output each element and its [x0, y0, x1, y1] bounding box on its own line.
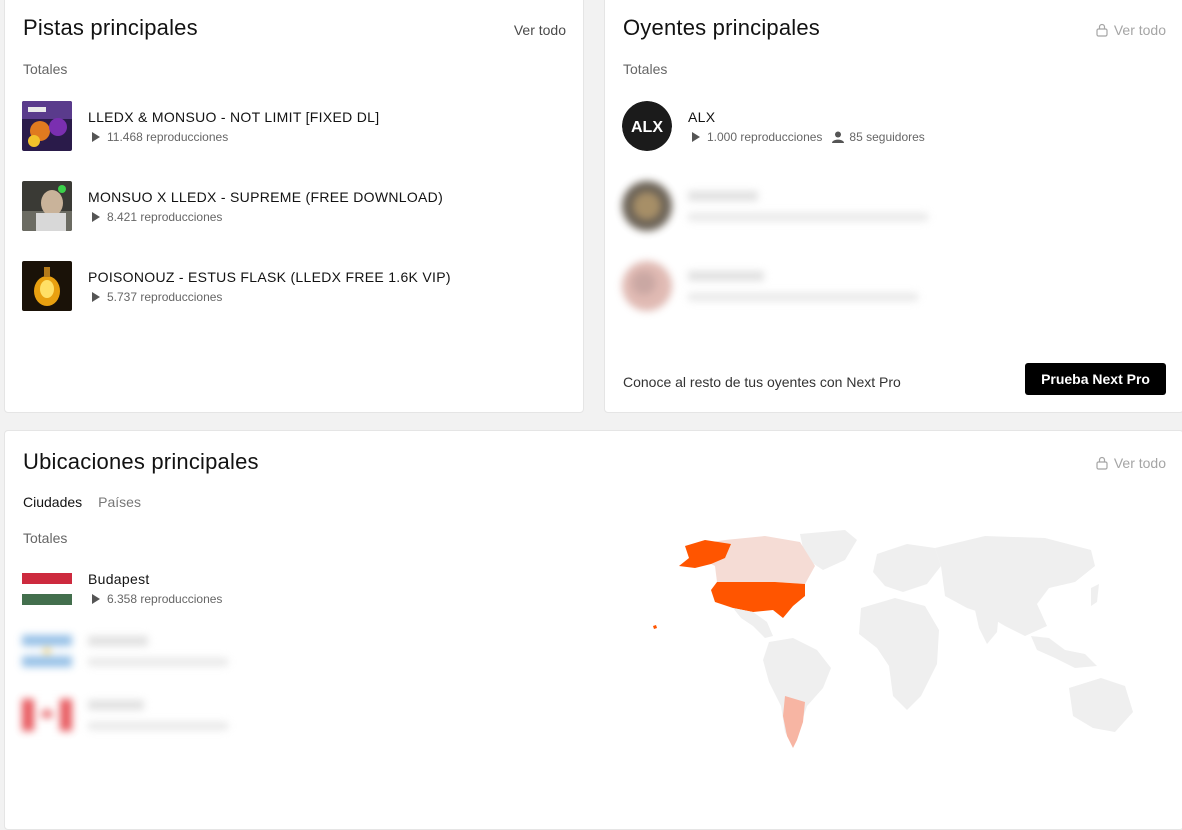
listeners-see-all-link[interactable]: Ver todo — [1096, 22, 1166, 38]
track-play-count: 8.421 reproducciones — [107, 209, 223, 224]
track-row[interactable]: MONSUO X LLEDX - SUPREME (FREE DOWNLOAD)… — [22, 181, 443, 231]
top-locations-card: Ubicaciones principales Ver todo Ciudade… — [4, 430, 1182, 830]
blurred-meta-placeholder — [688, 293, 918, 301]
play-count-icon — [92, 594, 100, 604]
map-europe[interactable] — [873, 544, 941, 592]
track-title[interactable]: POISONOUZ - ESTUS FLASK (LLEDX FREE 1.6K… — [88, 269, 451, 285]
play-count-icon — [92, 211, 100, 222]
track-play-count: 11.468 reproducciones — [107, 129, 229, 144]
map-africa[interactable] — [859, 598, 939, 710]
map-southeast-asia[interactable] — [1031, 636, 1097, 668]
listener-avatar-blurred — [622, 261, 672, 311]
listener-avatar-blurred — [622, 181, 672, 231]
location-play-count: 6.358 reproducciones — [107, 592, 223, 606]
blurred-name-placeholder — [688, 191, 758, 201]
top-tracks-card: Pistas principales Ver todo Totales LLED… — [4, 0, 584, 413]
hungary-flag-icon — [22, 572, 72, 605]
location-city[interactable]: Budapest — [88, 571, 222, 587]
top-listeners-title: Oyentes principales — [623, 15, 821, 40]
track-artwork-2[interactable] — [22, 181, 72, 231]
play-count-icon — [92, 131, 100, 142]
track-artwork-1[interactable] — [22, 101, 72, 151]
listeners-totals-label: Totales — [623, 61, 668, 77]
location-tabs: Ciudades Países — [23, 494, 141, 510]
map-hawaii[interactable] — [653, 625, 657, 629]
track-artwork-3[interactable] — [22, 261, 72, 311]
blurred-meta-placeholder — [88, 722, 228, 730]
listener-play-count: 1.000 reproducciones — [707, 129, 823, 144]
canada-flag-icon — [22, 699, 72, 731]
argentina-flag-icon — [22, 635, 72, 667]
listener-row[interactable]: ALX ALX 1.000 reproducciones 85 seguidor… — [622, 101, 925, 151]
blurred-meta-placeholder — [88, 658, 228, 666]
locations-see-all-link[interactable]: Ver todo — [1096, 455, 1166, 471]
locations-totals-label: Totales — [23, 530, 68, 546]
play-count-icon — [692, 131, 700, 142]
listener-avatar[interactable]: ALX — [622, 101, 672, 151]
map-asia[interactable] — [935, 536, 1095, 636]
top-listeners-card: Oyentes principales Ver todo Totales ALX… — [604, 0, 1182, 413]
location-row[interactable]: Budapest 6.358 reproducciones — [22, 571, 222, 606]
blurred-name-placeholder — [688, 271, 764, 281]
track-row[interactable]: POISONOUZ - ESTUS FLASK (LLEDX FREE 1.6K… — [22, 261, 451, 311]
followers-icon — [832, 131, 845, 143]
locked-location-row — [22, 635, 228, 667]
lock-icon — [1096, 23, 1108, 37]
tracks-totals-label: Totales — [23, 61, 68, 77]
map-mexico[interactable] — [733, 608, 773, 638]
world-map[interactable] — [645, 526, 1165, 766]
map-india[interactable] — [975, 610, 999, 644]
locations-see-all-label: Ver todo — [1113, 455, 1166, 471]
map-japan[interactable] — [1091, 584, 1099, 606]
top-locations-title: Ubicaciones principales — [23, 449, 259, 474]
listener-name[interactable]: ALX — [688, 109, 925, 125]
lock-icon — [1096, 456, 1108, 470]
tab-cities[interactable]: Ciudades — [23, 494, 82, 510]
play-count-icon — [92, 291, 100, 302]
tracks-see-all-link[interactable]: Ver todo — [514, 22, 566, 38]
track-row[interactable]: LLEDX & MONSUO - NOT LIMIT [FIXED DL] 11… — [22, 101, 379, 151]
map-united-states[interactable] — [711, 582, 805, 618]
blurred-name-placeholder — [88, 636, 148, 646]
map-argentina[interactable] — [783, 696, 805, 748]
locked-listener-row — [622, 261, 918, 311]
track-play-count: 5.737 reproducciones — [107, 289, 223, 304]
tab-countries[interactable]: Países — [98, 494, 141, 510]
map-australia[interactable] — [1069, 678, 1133, 732]
next-pro-promo-text: Conoce al resto de tus oyentes con Next … — [623, 374, 901, 390]
track-title[interactable]: LLEDX & MONSUO - NOT LIMIT [FIXED DL] — [88, 109, 379, 125]
locked-listener-row — [622, 181, 928, 231]
try-next-pro-button[interactable]: Prueba Next Pro — [1025, 363, 1166, 395]
track-title[interactable]: MONSUO X LLEDX - SUPREME (FREE DOWNLOAD) — [88, 189, 443, 205]
listeners-see-all-label: Ver todo — [1113, 22, 1166, 38]
top-tracks-title: Pistas principales — [23, 15, 198, 40]
listener-followers: 85 seguidores — [849, 129, 925, 144]
locked-location-row — [22, 699, 228, 731]
blurred-name-placeholder — [88, 700, 144, 710]
avatar-monogram: ALX — [631, 119, 663, 136]
blurred-meta-placeholder — [688, 213, 928, 221]
